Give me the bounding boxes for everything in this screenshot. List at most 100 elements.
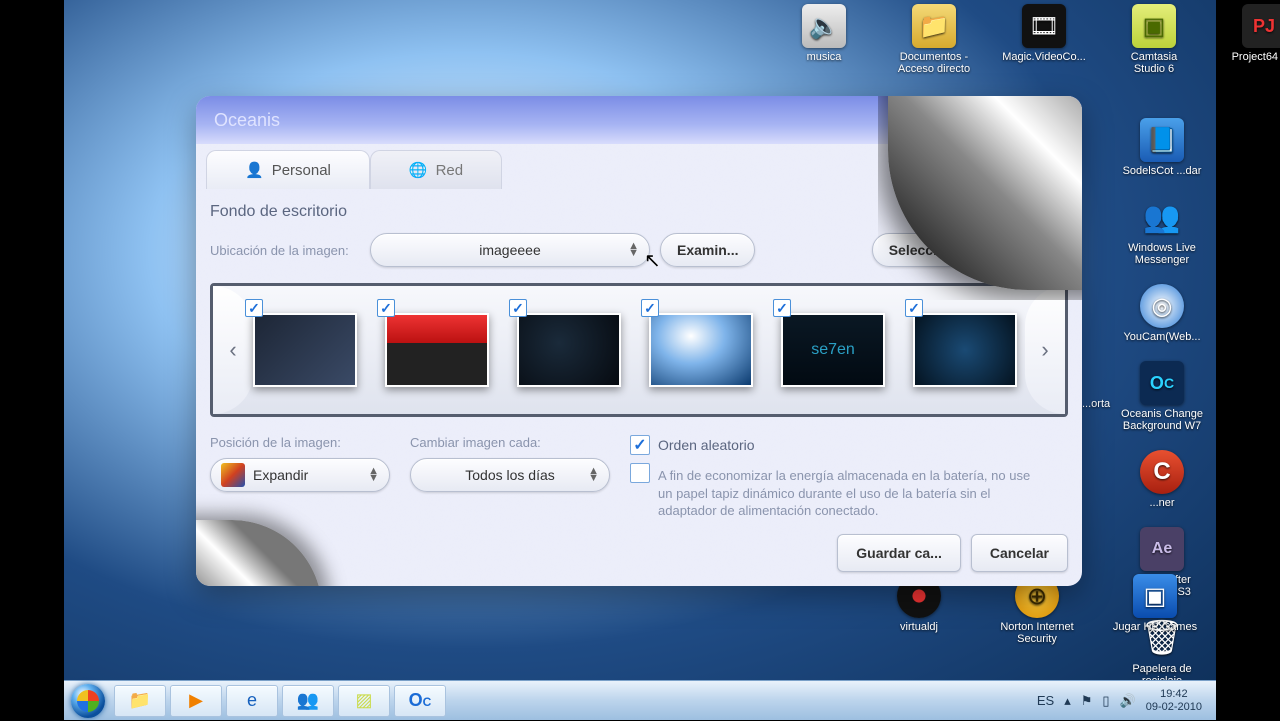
select-all-button[interactable]: Selecci... xyxy=(872,233,966,267)
icon-label: Magic.VideoCo... xyxy=(1002,51,1086,63)
spinner-icon: ▲▼ xyxy=(588,468,599,482)
wallpaper-thumb-4[interactable]: ✓ xyxy=(649,313,753,387)
taskbar: 📁 ▶ e 👥 ▨ OC ES ▴ ⚑ ▯ 🔊 19:42 09-02-2010 xyxy=(64,680,1216,720)
icon-label: virtualdj xyxy=(900,621,938,633)
desktop-icon-musica[interactable]: 🔈musica xyxy=(784,4,864,75)
desktop-icons-row: 🔈musica 📁Documentos - Acceso directo 🎞Ma… xyxy=(784,4,1280,75)
desktop: 🔈musica 📁Documentos - Acceso directo 🎞Ma… xyxy=(64,0,1216,720)
every-label: Cambiar imagen cada: xyxy=(410,435,610,450)
desktop-icon-ccleaner[interactable]: C...ner xyxy=(1117,450,1207,509)
button-label: Selecci... xyxy=(889,242,949,258)
chevron-up-icon[interactable]: ▴ xyxy=(1064,693,1071,709)
icon-label: Project64 1.6 xyxy=(1232,51,1280,63)
icon-label: YouCam(Web... xyxy=(1123,331,1200,343)
clock-time: 19:42 xyxy=(1146,688,1202,700)
tabs: 👤 Personal 🌐 Red xyxy=(196,150,1082,189)
desktop-icon-hp-games[interactable]: ▣Jugar HP Games xyxy=(1110,574,1200,645)
wallpaper-thumb-1[interactable]: ✓ xyxy=(253,313,357,387)
wallpaper-thumb-3[interactable]: ✓ xyxy=(517,313,621,387)
select-value: Todos los días xyxy=(465,467,555,483)
browse-button[interactable]: Examin... xyxy=(660,233,755,267)
desktop-icon-youcam[interactable]: ◎YouCam(Web... xyxy=(1117,284,1207,343)
taskbar-notes[interactable]: ▨ xyxy=(338,685,390,717)
desktop-icon-oceanis[interactable]: OCOceanis Change Background W7 xyxy=(1117,361,1207,432)
clear-button[interactable]: Borrar ... xyxy=(976,233,1068,267)
wallpaper-thumb-2[interactable]: ✓ xyxy=(385,313,489,387)
battery-checkbox[interactable]: ✓ xyxy=(630,463,650,483)
volume-icon[interactable]: 🔊 xyxy=(1120,693,1136,709)
position-select[interactable]: Expandir ▲▼ xyxy=(210,458,390,492)
icon-label: SodelsCot ...dar xyxy=(1123,165,1202,177)
check-icon: ✓ xyxy=(377,299,395,317)
tab-label: Red xyxy=(436,162,464,179)
page-curl-bl xyxy=(196,530,312,586)
wallpaper-thumb-6[interactable]: ✓ xyxy=(913,313,1017,387)
position-label: Posición de la imagen: xyxy=(210,435,390,450)
icon-label: Camtasia Studio 6 xyxy=(1114,51,1194,75)
taskbar-ie[interactable]: e xyxy=(226,685,278,717)
flag-icon[interactable]: ⚑ xyxy=(1081,693,1093,709)
taskbar-oceanis[interactable]: OC xyxy=(394,685,446,717)
oceanis-dialog: Oceanis 👤Personal 🌐Red Fondo de escritor… xyxy=(196,96,1082,586)
oceanis-icon: OC xyxy=(409,690,432,711)
chevron-right-icon: › xyxy=(1041,337,1048,363)
icon-label: Documentos - Acceso directo xyxy=(894,51,974,75)
battery-hint: A fin de economizar la energía almacenad… xyxy=(658,467,1038,520)
taskbar-explorer[interactable]: 📁 xyxy=(114,685,166,717)
start-button[interactable] xyxy=(64,681,112,721)
button-label: Cancelar xyxy=(990,545,1049,561)
chevron-left-icon: ‹ xyxy=(229,337,236,363)
section-title: Fondo de escritorio xyxy=(196,189,1082,227)
wallpaper-carousel: ‹ ✓ ✓ ✓ ✓ ✓se7en ✓ › xyxy=(210,283,1068,417)
thumb-text: se7en xyxy=(811,341,855,359)
tray-lang[interactable]: ES xyxy=(1037,693,1054,708)
save-button[interactable]: Guardar ca... xyxy=(837,534,961,572)
location-row: Ubicación de la imagen: imageeee ▲▼ Exam… xyxy=(196,227,1082,273)
dialog-footer: Guardar ca... Cancelar xyxy=(837,534,1068,572)
tab-red[interactable]: 🌐 Red xyxy=(370,150,502,189)
desktop-icon-documentos[interactable]: 📁Documentos - Acceso directo xyxy=(894,4,974,75)
button-label: Examin... xyxy=(677,242,738,258)
select-value: imageeee xyxy=(479,242,541,258)
swatch-icon xyxy=(221,463,245,487)
folder-icon: 📁 xyxy=(129,690,151,711)
bottom-controls: Posición de la imagen: Expandir ▲▼ Cambi… xyxy=(196,427,1082,528)
play-icon: ▶ xyxy=(189,690,203,711)
spinner-icon: ▲▼ xyxy=(628,243,639,257)
desktop-icon-magic-video[interactable]: 🎞Magic.VideoCo... xyxy=(1004,4,1084,75)
desktop-icon-project64[interactable]: PJProject64 1.6 xyxy=(1224,4,1280,75)
check-icon: ✓ xyxy=(641,299,659,317)
tab-label: Personal xyxy=(272,162,331,179)
taskbar-messenger[interactable]: 👥 xyxy=(282,685,334,717)
globe-icon: 🌐 xyxy=(409,161,428,179)
button-label: Guardar ca... xyxy=(856,545,942,561)
check-icon: ✓ xyxy=(773,299,791,317)
partial-icon-label: ...orta xyxy=(1082,398,1110,410)
check-icon: ✓ xyxy=(509,299,527,317)
desktop-icon-camtasia[interactable]: ▣Camtasia Studio 6 xyxy=(1114,4,1194,75)
every-select[interactable]: Todos los días ▲▼ xyxy=(410,458,610,492)
icon-label: Jugar HP Games xyxy=(1113,621,1197,633)
carousel-next[interactable]: › xyxy=(1025,286,1065,414)
desktop-icon-wlm[interactable]: 👥Windows Live Messenger xyxy=(1117,195,1207,266)
desktop-icon-sodelscot[interactable]: 📘SodelsCot ...dar xyxy=(1117,118,1207,177)
wallpaper-thumb-5[interactable]: ✓se7en xyxy=(781,313,885,387)
network-icon[interactable]: ▯ xyxy=(1102,693,1109,709)
tray-clock[interactable]: 19:42 09-02-2010 xyxy=(1146,688,1202,712)
taskbar-media-player[interactable]: ▶ xyxy=(170,685,222,717)
user-icon: 👤 xyxy=(245,161,264,179)
spinner-icon: ▲▼ xyxy=(368,468,379,482)
shuffle-checkbox[interactable]: ✓ xyxy=(630,435,650,455)
icon-label: musica xyxy=(807,51,842,63)
location-select[interactable]: imageeee ▲▼ xyxy=(370,233,650,267)
clock-date: 09-02-2010 xyxy=(1146,701,1202,713)
check-icon: ✓ xyxy=(905,299,923,317)
ie-icon: e xyxy=(247,690,257,711)
system-tray: ES ▴ ⚑ ▯ 🔊 19:42 09-02-2010 xyxy=(1037,688,1216,712)
note-icon: ▨ xyxy=(355,690,372,711)
cancel-button[interactable]: Cancelar xyxy=(971,534,1068,572)
cursor-icon: ↖ xyxy=(644,248,661,273)
icon-label: ...ner xyxy=(1149,497,1174,509)
people-icon: 👥 xyxy=(297,690,319,711)
tab-personal[interactable]: 👤 Personal xyxy=(206,150,370,189)
